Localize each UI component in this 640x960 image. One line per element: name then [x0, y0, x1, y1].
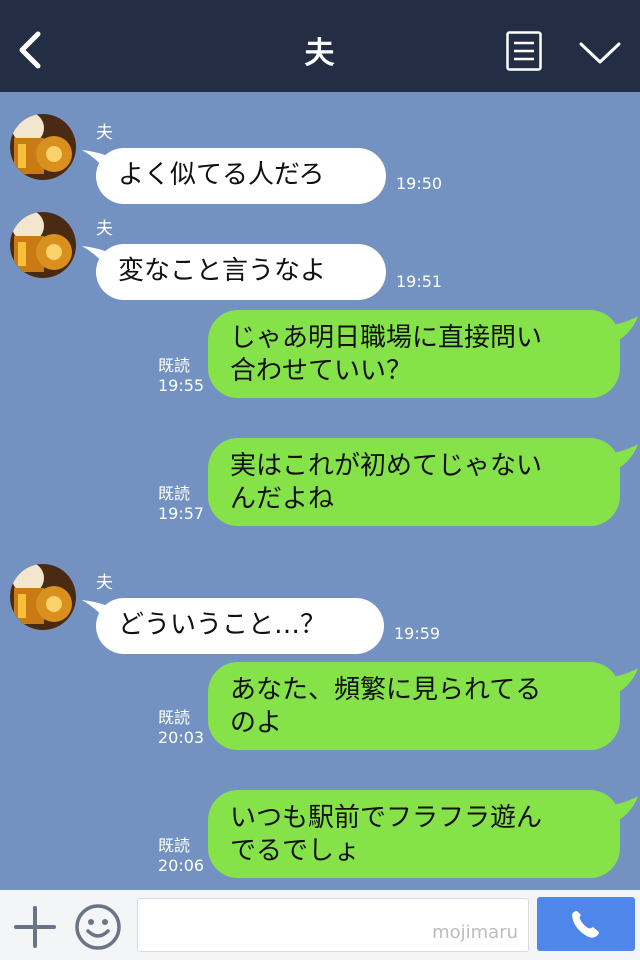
message-line: 実はこれが初めてじゃない	[230, 451, 543, 481]
message-bubble[interactable]: どういうこと…？	[96, 598, 384, 654]
message-input[interactable]: mojimaru	[137, 898, 529, 952]
message-bubble[interactable]: じゃあ明日職場に直接問い 合わせていい？	[208, 310, 620, 398]
menu-icon[interactable]	[506, 31, 542, 71]
message-bubble[interactable]: 変なこと言うなよ	[96, 244, 386, 300]
message-line: 合わせていい？	[230, 356, 413, 386]
bubble-tail	[606, 444, 638, 472]
smile-icon[interactable]	[74, 903, 122, 951]
message-bubble[interactable]: いつも駅前でフラフラ遊ん でるでしょ	[208, 790, 620, 878]
sender-name: 夫	[96, 123, 113, 143]
phone-icon	[572, 911, 599, 938]
message-time: 19:57	[158, 504, 205, 523]
sender-name: 夫	[96, 219, 113, 239]
bubble-tail	[606, 668, 638, 696]
plus-icon[interactable]	[14, 906, 56, 948]
message-list[interactable]: 夫 よく似てる人だろ 19:50 夫 変なこと言うなよ 19:51 既読 19:…	[0, 92, 640, 890]
input-bar: mojimaru	[0, 890, 640, 960]
message-bubble[interactable]: 実はこれが初めてじゃない んだよね	[208, 438, 620, 526]
message-bubble[interactable]: よく似てる人だろ	[96, 148, 386, 204]
message-time: 19:59	[394, 624, 441, 643]
avatar[interactable]	[10, 212, 76, 278]
read-receipt: 既読	[158, 484, 191, 503]
avatar[interactable]	[10, 564, 76, 630]
avatar[interactable]	[10, 114, 76, 180]
message-time: 20:06	[158, 856, 205, 875]
chat-header: 夫	[0, 0, 640, 92]
message-time: 19:51	[396, 272, 443, 291]
message-time: 20:03	[158, 728, 205, 747]
message-line: でるでしょ	[230, 836, 361, 866]
chat-title: 夫	[304, 36, 336, 71]
sender-name: 夫	[96, 573, 113, 593]
read-receipt: 既読	[158, 356, 191, 375]
message-line: あなた、頻繁に見られてる	[230, 675, 542, 705]
call-button[interactable]	[537, 897, 635, 951]
chevron-down-icon[interactable]	[578, 36, 622, 68]
bubble-tail	[606, 796, 638, 824]
message-time: 19:55	[158, 376, 205, 395]
message-line: じゃあ明日職場に直接問い	[230, 323, 543, 353]
read-receipt: 既読	[158, 836, 191, 855]
watermark: mojimaru	[432, 922, 518, 943]
message-time: 19:50	[396, 174, 443, 193]
bubble-tail	[606, 316, 638, 344]
message-line: のよ	[230, 708, 283, 738]
read-receipt: 既読	[158, 708, 191, 727]
message-line: んだよね	[230, 484, 335, 514]
message-bubble[interactable]: あなた、頻繁に見られてる のよ	[208, 662, 620, 750]
message-line: いつも駅前でフラフラ遊ん	[230, 803, 543, 833]
